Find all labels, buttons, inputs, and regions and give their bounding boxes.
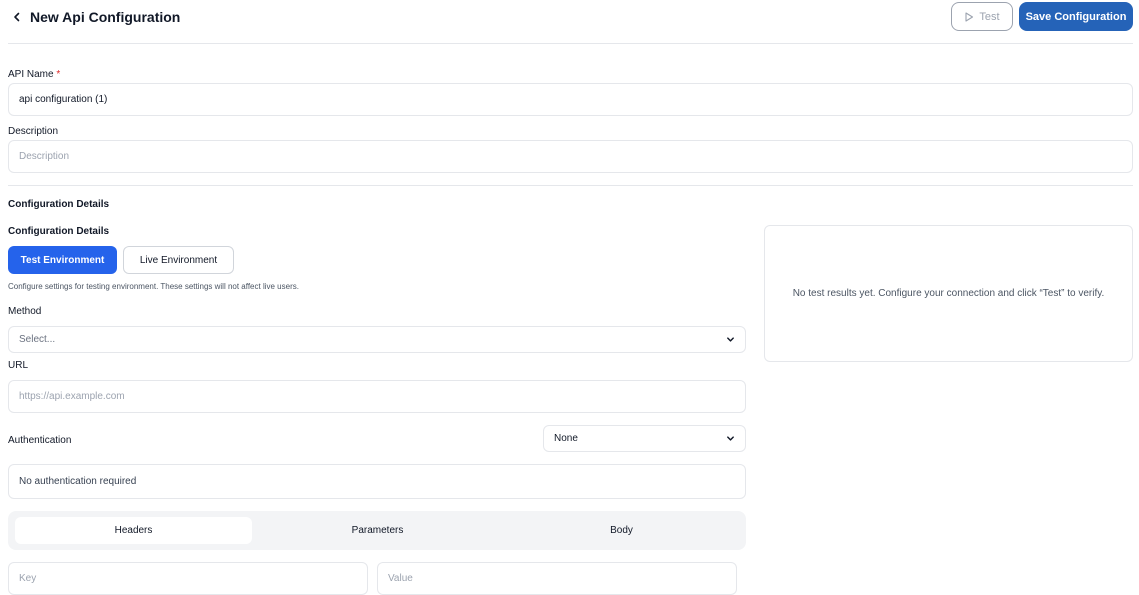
chevron-down-icon <box>727 436 734 441</box>
required-mark: * <box>56 69 61 80</box>
play-icon <box>965 11 974 22</box>
description-placeholder: Description <box>19 151 70 162</box>
tab-test-environment[interactable]: Test Environment <box>8 246 117 274</box>
authentication-select[interactable]: None <box>543 425 746 452</box>
environment-hint: Configure settings for testing environme… <box>8 282 299 291</box>
test-button[interactable]: Test <box>951 2 1013 31</box>
url-label: URL <box>8 360 29 371</box>
request-tabs: Headers Parameters Body <box>8 511 746 550</box>
url-input[interactable]: https://api.example.com <box>8 380 746 413</box>
tab-body[interactable]: Body <box>503 517 740 544</box>
save-configuration-button[interactable]: Save Configuration <box>1019 2 1133 31</box>
api-name-input[interactable]: api configuration (1) <box>8 83 1133 116</box>
method-select[interactable]: Select... <box>8 326 746 353</box>
test-button-label: Test <box>979 10 1000 23</box>
section-title: Configuration Details <box>8 199 110 210</box>
method-label: Method <box>8 306 42 317</box>
authentication-info: No authentication required <box>8 464 746 499</box>
test-results-panel: No test results yet. Configure your conn… <box>764 225 1133 362</box>
header-key-input[interactable]: Key <box>8 562 368 595</box>
api-name-value: api configuration (1) <box>19 94 108 105</box>
header-key-placeholder: Key <box>19 573 37 584</box>
tab-live-environment[interactable]: Live Environment <box>123 246 234 274</box>
authentication-info-text: No authentication required <box>19 476 137 487</box>
api-name-label: API Name * <box>8 69 60 81</box>
description-label: Description <box>8 126 59 137</box>
header-divider <box>8 43 1133 44</box>
header-value-placeholder: Value <box>388 573 413 584</box>
authentication-selected: None <box>554 433 578 444</box>
test-results-empty-text: No test results yet. Configure your conn… <box>792 288 1105 299</box>
method-placeholder: Select... <box>19 334 56 345</box>
back-button[interactable] <box>8 8 26 26</box>
tab-parameters[interactable]: Parameters <box>259 517 496 544</box>
page-title: New Api Configuration <box>30 9 181 25</box>
section-divider <box>8 185 1133 186</box>
url-placeholder: https://api.example.com <box>19 391 125 402</box>
subsection-title: Configuration Details <box>8 226 110 237</box>
chevron-left-icon <box>14 12 20 22</box>
description-input[interactable]: Description <box>8 140 1133 173</box>
authentication-label: Authentication <box>8 435 72 446</box>
tab-headers[interactable]: Headers <box>15 517 252 544</box>
api-name-label-text: API Name <box>8 69 54 80</box>
header-value-input[interactable]: Value <box>377 562 737 595</box>
chevron-down-icon <box>727 337 734 342</box>
